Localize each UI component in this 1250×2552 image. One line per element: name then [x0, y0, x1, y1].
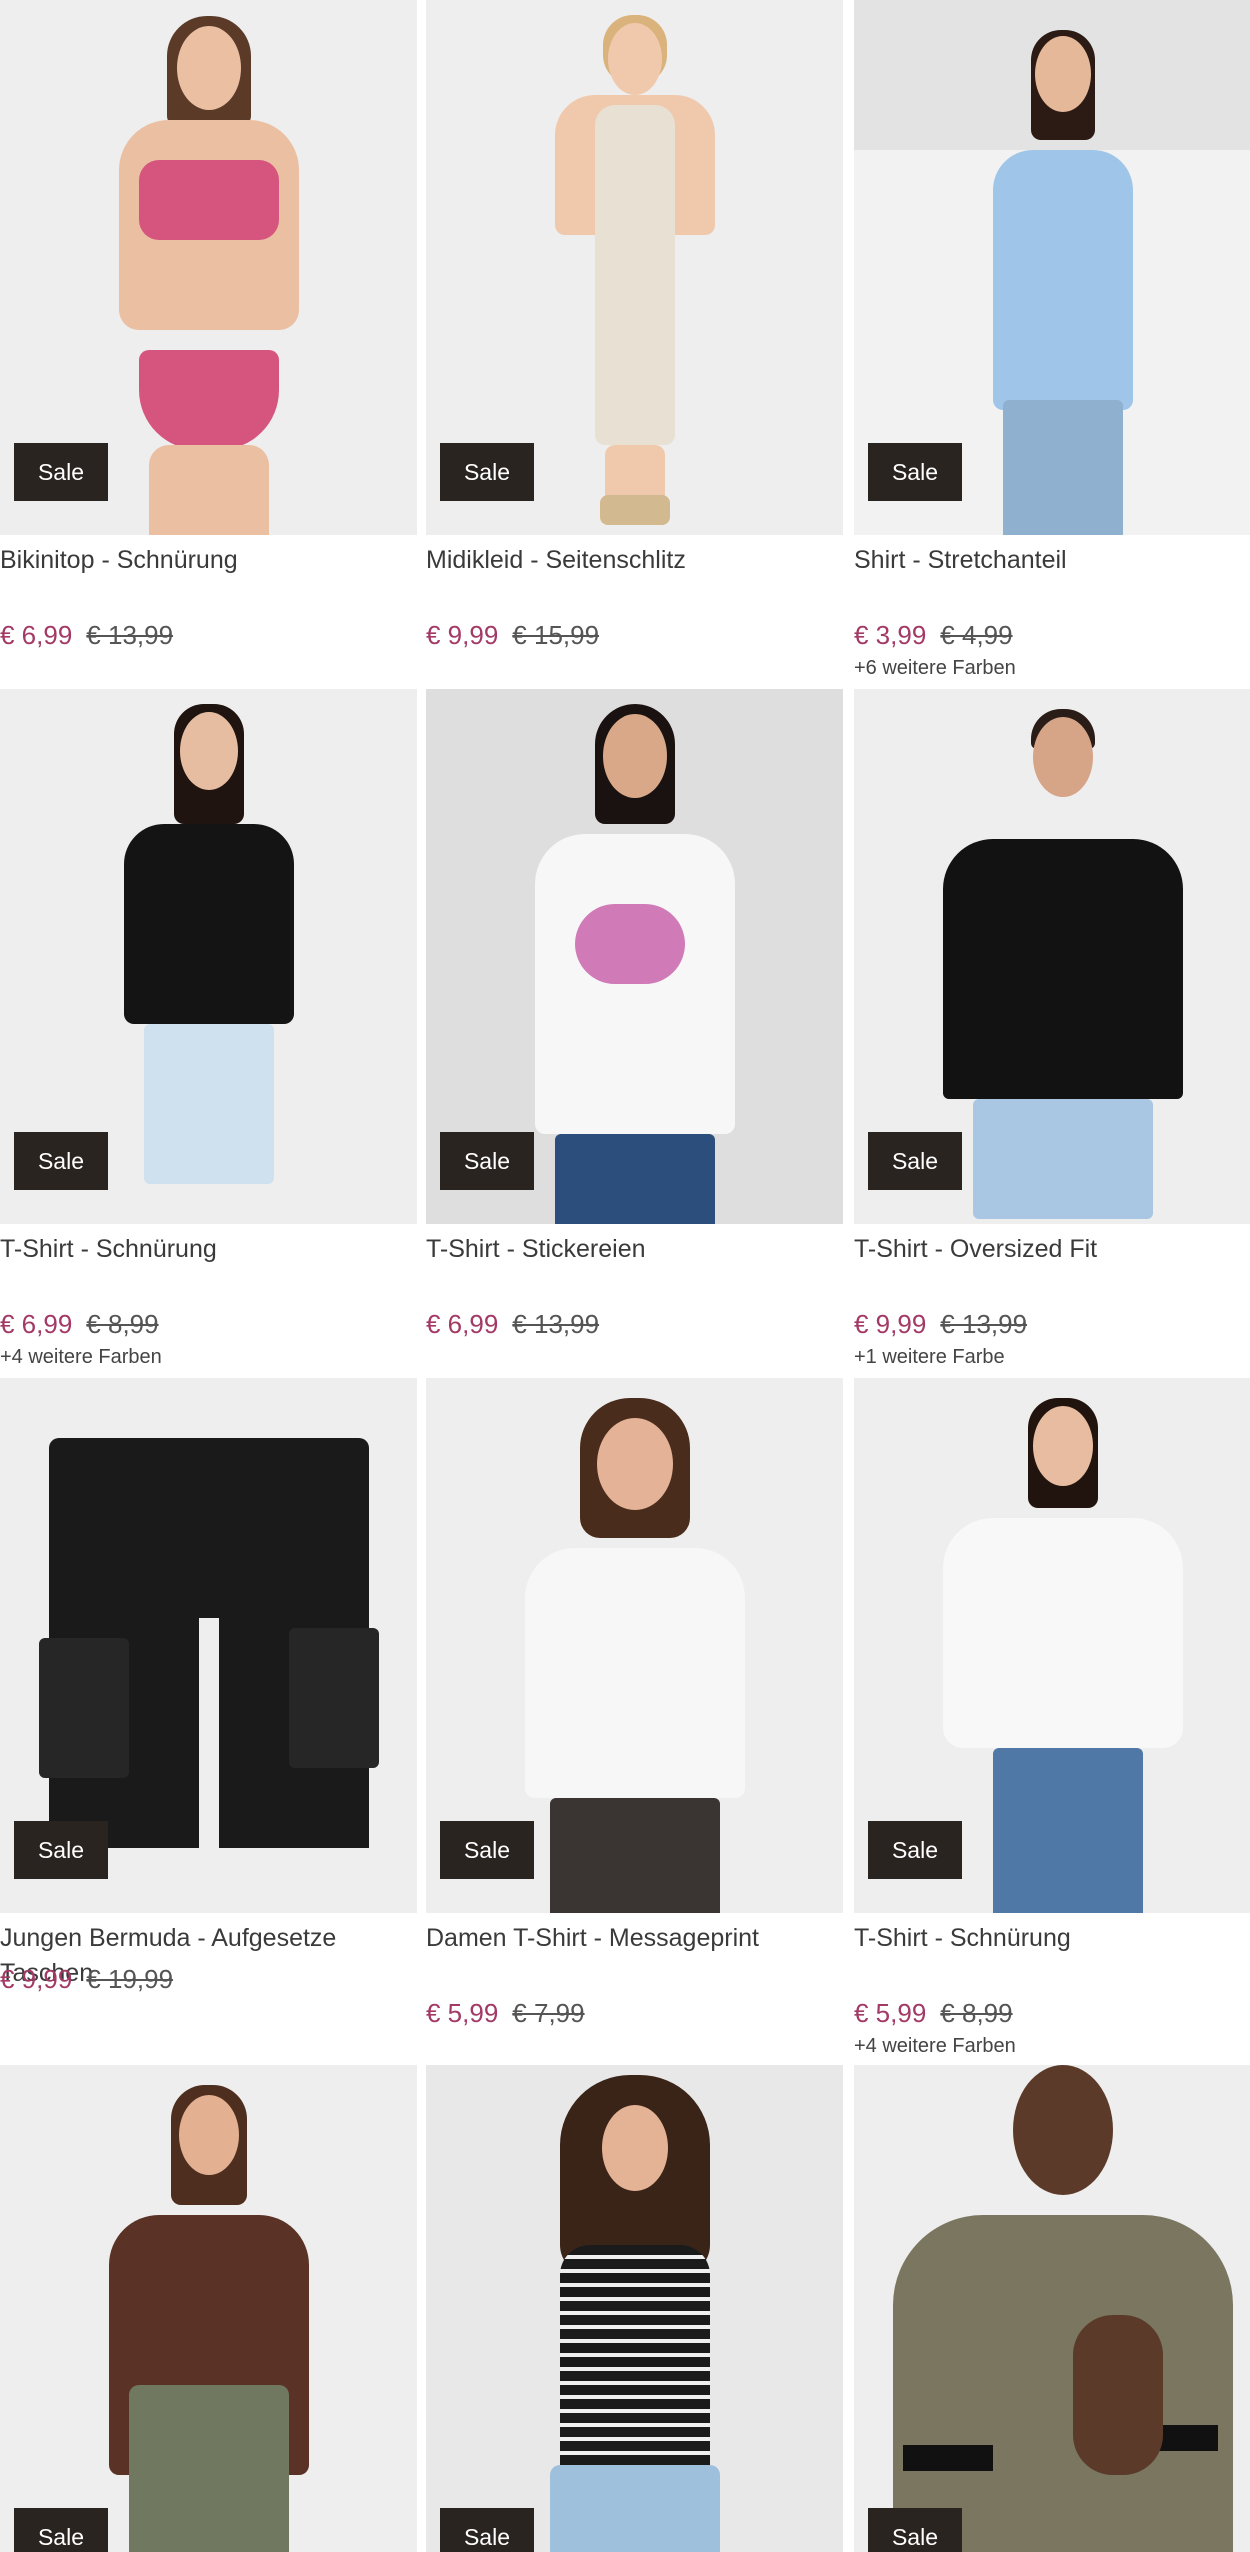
original-price: € 13,99	[86, 620, 174, 650]
product-image[interactable]: Sale	[0, 689, 417, 1224]
sale-price: € 3,99	[854, 620, 927, 650]
product-title[interactable]: Bikinitop - Schnürung	[0, 543, 417, 613]
garment-top	[892, 2215, 1233, 2552]
garment-bottom	[1002, 400, 1123, 535]
garment-bottom	[128, 2385, 289, 2552]
sale-price: € 5,99	[426, 1998, 499, 2028]
product-card[interactable]: Sale Midikleid - Seitenschlitz € 9,99 € 1…	[426, 0, 843, 655]
sale-badge: Sale	[14, 443, 108, 501]
product-title[interactable]: T-Shirt - Stickereien	[426, 1232, 843, 1302]
garment-top	[992, 150, 1133, 410]
sale-badge: Sale	[868, 1132, 962, 1190]
garment-bottom	[549, 1798, 720, 1913]
price-row: € 3,99 € 4,99	[854, 619, 1250, 651]
product-title[interactable]: Shirt - Stretchanteil	[854, 543, 1250, 613]
sale-price: € 6,99	[426, 1309, 499, 1339]
sale-price: € 9,99	[426, 620, 499, 650]
sale-badge: Sale	[440, 1821, 534, 1879]
original-price: € 8,99	[86, 1309, 159, 1339]
product-card[interactable]: Sale	[0, 2065, 417, 2552]
product-card[interactable]: Sale Bikinitop - Schnürung € 6,99 € 13,99	[0, 0, 417, 655]
product-card[interactable]: Sale T-Shirt - Stickereien € 6,99 € 13,99	[426, 689, 843, 1344]
garment-bottom	[549, 2465, 720, 2552]
print-graphic	[605, 979, 725, 1005]
product-card[interactable]: Sale	[426, 2065, 843, 2552]
sale-badge: Sale	[440, 1132, 534, 1190]
product-image[interactable]: Sale	[426, 1378, 843, 1913]
garment-bottom	[143, 1024, 274, 1184]
more-colors-link[interactable]: +4 weitere Farben	[854, 2033, 1250, 2059]
original-price: € 8,99	[940, 1998, 1013, 2028]
garment-bottom	[138, 350, 279, 450]
product-card[interactable]: Sale	[854, 2065, 1250, 2552]
product-title[interactable]: T-Shirt - Schnürung	[0, 1232, 417, 1302]
sale-price: € 9,99	[0, 1964, 73, 1994]
original-price: € 19,99	[86, 1964, 174, 1994]
product-image[interactable]: Sale	[854, 1378, 1250, 1913]
sale-badge: Sale	[868, 2508, 962, 2552]
product-title[interactable]: T-Shirt - Schnürung	[854, 1921, 1250, 1991]
garment-top	[138, 160, 279, 240]
original-price: € 15,99	[512, 620, 600, 650]
product-image[interactable]: Sale	[854, 0, 1250, 535]
garment-top	[524, 1548, 745, 1798]
garment-bottom	[972, 1099, 1153, 1219]
product-card[interactable]: Sale T-Shirt - Schnürung € 6,99 € 8,99 +4…	[0, 689, 417, 1370]
sale-badge: Sale	[440, 443, 534, 501]
product-image[interactable]: Sale	[0, 1378, 417, 1913]
price-row: € 6,99 € 13,99	[426, 1308, 843, 1340]
price-row: € 5,99 € 7,99	[426, 1997, 843, 2029]
product-image[interactable]: Sale	[426, 2065, 843, 2552]
sale-badge: Sale	[14, 2508, 108, 2552]
garment-tank	[559, 2245, 710, 2475]
product-image[interactable]: Sale	[854, 689, 1250, 1224]
more-colors-link[interactable]: +4 weitere Farben	[0, 1344, 417, 1370]
sale-price: € 6,99	[0, 620, 73, 650]
product-image[interactable]: Sale	[0, 2065, 417, 2552]
sale-price: € 5,99	[854, 1998, 927, 2028]
price-row: € 9,99 € 19,99	[0, 1963, 417, 1995]
product-title[interactable]: T-Shirt - Oversized Fit	[854, 1232, 1250, 1302]
original-price: € 13,99	[512, 1309, 600, 1339]
sale-badge: Sale	[868, 1821, 962, 1879]
garment-top	[942, 1518, 1183, 1748]
original-price: € 7,99	[512, 1998, 585, 2028]
product-card[interactable]: Sale T-Shirt - Schnürung € 5,99 € 8,99 +4…	[854, 1378, 1250, 2059]
product-title[interactable]: Midikleid - Seitenschlitz	[426, 543, 843, 613]
garment-top	[942, 839, 1183, 1099]
price-row: € 9,99 € 15,99	[426, 619, 843, 651]
garment-shorts	[48, 1438, 369, 1618]
product-image[interactable]: Sale	[0, 0, 417, 535]
product-image[interactable]: Sale	[426, 689, 843, 1224]
price-row: € 6,99 € 13,99	[0, 619, 417, 651]
product-card[interactable]: Sale Jungen Bermuda - Aufgesetze Taschen…	[0, 1378, 417, 1999]
garment-top	[123, 824, 294, 1024]
garment-bottom	[554, 1134, 715, 1224]
product-image[interactable]: Sale	[854, 2065, 1250, 2552]
original-price: € 13,99	[940, 1309, 1028, 1339]
price-row: € 6,99 € 8,99	[0, 1308, 417, 1340]
sale-price: € 9,99	[854, 1309, 927, 1339]
more-colors-link[interactable]: +1 weitere Farbe	[854, 1344, 1250, 1370]
product-grid: Sale Bikinitop - Schnürung € 6,99 € 13,99…	[0, 0, 1250, 2552]
sale-price: € 6,99	[0, 1309, 73, 1339]
product-image[interactable]: Sale	[426, 0, 843, 535]
product-title[interactable]: Damen T-Shirt - Messageprint	[426, 1921, 843, 1991]
garment-bottom	[992, 1748, 1143, 1913]
product-card[interactable]: Sale Shirt - Stretchanteil € 3,99 € 4,99 …	[854, 0, 1250, 681]
price-row: € 9,99 € 13,99	[854, 1308, 1250, 1340]
original-price: € 4,99	[940, 620, 1013, 650]
price-row: € 5,99 € 8,99	[854, 1997, 1250, 2029]
product-card[interactable]: Sale Damen T-Shirt - Messageprint € 5,99…	[426, 1378, 843, 2033]
garment-dress	[594, 105, 675, 445]
sale-badge: Sale	[14, 1132, 108, 1190]
sale-badge: Sale	[14, 1821, 108, 1879]
more-colors-link[interactable]: +6 weitere Farben	[854, 655, 1250, 681]
sale-badge: Sale	[868, 443, 962, 501]
sale-badge: Sale	[440, 2508, 534, 2552]
product-card[interactable]: Sale T-Shirt - Oversized Fit € 9,99 € 13,…	[854, 689, 1250, 1370]
